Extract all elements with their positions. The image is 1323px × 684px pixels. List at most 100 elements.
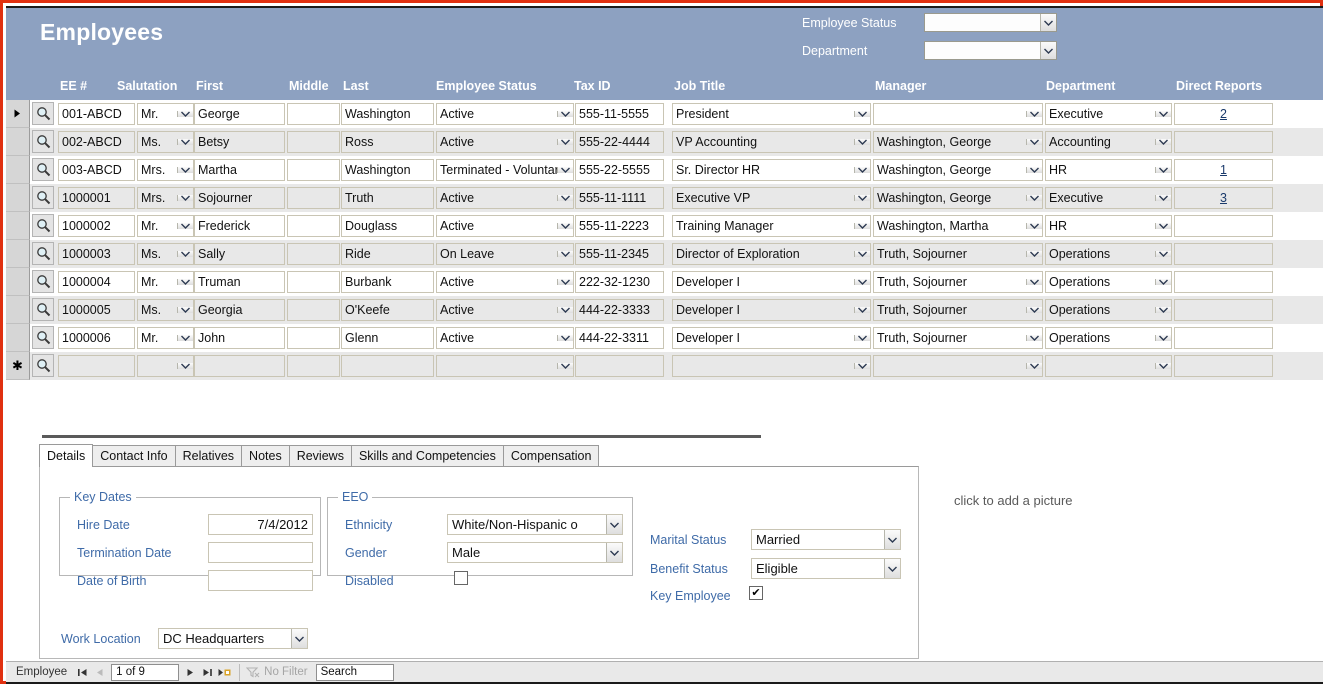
cell-middle[interactable] [287,131,340,153]
cell-last[interactable]: O'Keefe [341,299,434,321]
chevron-down-icon[interactable] [1026,363,1042,369]
cell-salutation[interactable]: Mr. [137,271,194,293]
cell-job-title[interactable] [672,355,871,377]
cell-salutation[interactable]: Ms. [137,131,194,153]
cell-manager[interactable]: Truth, Sojourner [873,299,1043,321]
cell-status[interactable]: Active [436,187,574,209]
cell-job-title[interactable]: Training Manager [672,215,871,237]
cell-ee[interactable]: 1000006 [58,327,135,349]
cell-last[interactable] [341,355,434,377]
cell-status[interactable]: Active [436,131,574,153]
cell-department[interactable]: Operations [1045,271,1172,293]
date-of-birth-field[interactable] [208,570,313,591]
chevron-down-icon[interactable] [1026,279,1042,285]
chevron-down-icon[interactable] [1155,307,1171,313]
cell-status[interactable]: On Leave [436,243,574,265]
tab-relatives[interactable]: Relatives [175,445,242,466]
cell-direct-reports[interactable] [1174,271,1273,293]
cell-manager[interactable]: Truth, Sojourner [873,327,1043,349]
record-position-input[interactable]: 1 of 9 [111,664,179,681]
cell-salutation[interactable]: Mr. [137,103,194,125]
cell-ee[interactable]: 1000001 [58,187,135,209]
table-row[interactable]: 1000003Ms.SallyRideOn Leave555-11-2345Di… [6,240,1323,268]
cell-last[interactable]: Glenn [341,327,434,349]
chevron-down-icon[interactable] [884,559,900,578]
chevron-down-icon[interactable] [854,363,870,369]
cell-job-title[interactable]: VP Accounting [672,131,871,153]
cell-middle[interactable] [287,215,340,237]
cell-status[interactable]: Terminated - Voluntary [436,159,574,181]
chevron-down-icon[interactable] [1155,111,1171,117]
cell-tax-id[interactable]: 555-11-5555 [575,103,664,125]
magnifier-icon[interactable] [32,242,54,265]
cell-direct-reports[interactable] [1174,327,1273,349]
cell-salutation[interactable]: Ms. [137,299,194,321]
cell-job-title[interactable]: President [672,103,871,125]
cell-last[interactable]: Burbank [341,271,434,293]
cell-ee[interactable]: 001-ABCD [58,103,135,125]
chevron-down-icon[interactable] [557,279,573,285]
table-row[interactable]: 1000005Ms.GeorgiaO'KeefeActive444-22-333… [6,296,1323,324]
cell-salutation[interactable] [137,355,194,377]
chevron-down-icon[interactable] [854,335,870,341]
cell-manager[interactable]: Truth, Sojourner [873,271,1043,293]
column-header-first[interactable]: First [196,79,223,93]
cell-job-title[interactable]: Developer I [672,327,871,349]
cell-last[interactable]: Truth [341,187,434,209]
cell-ee[interactable]: 1000005 [58,299,135,321]
cell-job-title[interactable]: Developer I [672,299,871,321]
employee-status-filter-combo[interactable] [924,13,1057,32]
tab-skills-and-competencies[interactable]: Skills and Competencies [351,445,504,466]
chevron-down-icon[interactable] [1026,167,1042,173]
chevron-down-icon[interactable] [1026,307,1042,313]
chevron-down-icon[interactable] [854,279,870,285]
cell-direct-reports[interactable]: 1 [1174,159,1273,181]
table-row[interactable]: 1000001Mrs.SojournerTruthActive555-11-11… [6,184,1323,212]
cell-manager[interactable] [873,103,1043,125]
termination-date-field[interactable] [208,542,313,563]
cell-salutation[interactable]: Mrs. [137,187,194,209]
chevron-down-icon[interactable] [1026,335,1042,341]
cell-first[interactable]: John [194,327,285,349]
cell-ee[interactable]: 003-ABCD [58,159,135,181]
column-header-last[interactable]: Last [343,79,369,93]
cell-first[interactable]: Sojourner [194,187,285,209]
cell-status[interactable]: Active [436,299,574,321]
cell-tax-id[interactable]: 555-22-5555 [575,159,664,181]
tab-contact-info[interactable]: Contact Info [92,445,175,466]
cell-middle[interactable] [287,159,340,181]
cell-ee[interactable] [58,355,135,377]
chevron-down-icon[interactable] [557,363,573,369]
new-record-row[interactable]: ✱ [6,352,1323,380]
magnifier-icon[interactable] [32,326,54,349]
chevron-down-icon[interactable] [1026,251,1042,257]
chevron-down-icon[interactable] [557,223,573,229]
cell-direct-reports[interactable] [1174,355,1273,377]
chevron-down-icon[interactable] [291,629,307,648]
gender-combo[interactable]: Male [447,542,623,563]
cell-direct-reports[interactable]: 2 [1174,103,1273,125]
cell-middle[interactable] [287,103,340,125]
key-employee-checkbox[interactable]: ✔ [749,586,763,600]
cell-tax-id[interactable]: 555-11-2345 [575,243,664,265]
chevron-down-icon[interactable] [557,251,573,257]
cell-manager[interactable] [873,355,1043,377]
magnifier-icon[interactable] [32,214,54,237]
record-selector[interactable] [6,268,30,296]
chevron-down-icon[interactable] [1155,251,1171,257]
cell-middle[interactable] [287,327,340,349]
magnifier-icon[interactable] [32,270,54,293]
column-header-ee[interactable]: EE # [60,79,87,93]
cell-manager[interactable]: Washington, Martha [873,215,1043,237]
cell-ee[interactable]: 1000002 [58,215,135,237]
cell-department[interactable]: Executive [1045,187,1172,209]
cell-direct-reports[interactable] [1174,131,1273,153]
cell-last[interactable]: Ride [341,243,434,265]
column-header-tax-id[interactable]: Tax ID [574,79,611,93]
chevron-down-icon[interactable] [557,111,573,117]
record-selector[interactable] [6,128,30,156]
cell-direct-reports[interactable] [1174,299,1273,321]
cell-status[interactable]: Active [436,215,574,237]
chevron-down-icon[interactable] [1155,195,1171,201]
cell-first[interactable]: Frederick [194,215,285,237]
